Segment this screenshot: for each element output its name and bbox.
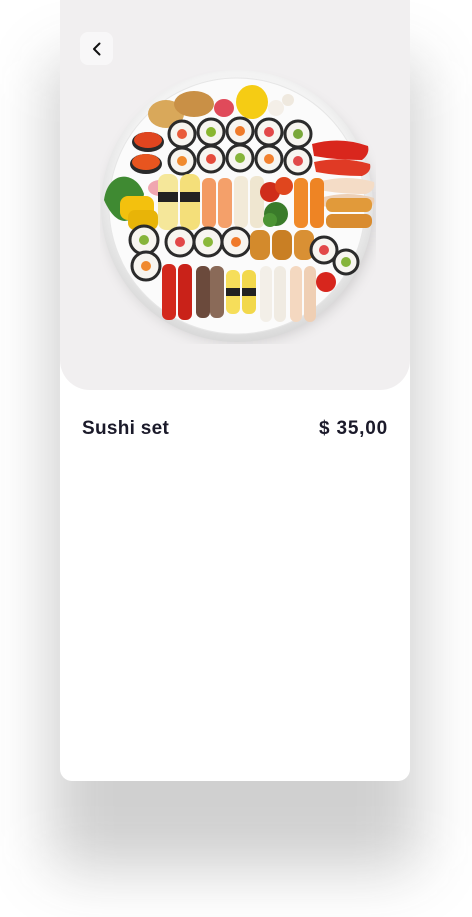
product-name: Sushi set [82, 418, 170, 439]
product-info: Sushi set $ 35,00 [82, 418, 388, 440]
back-button[interactable] [80, 32, 113, 65]
sushi-plate-illustration [101, 70, 376, 344]
product-price: $ 35,00 [319, 418, 388, 439]
product-image [100, 70, 376, 344]
product-hero [60, 0, 410, 390]
chevron-left-icon [92, 42, 100, 55]
product-card: Sushi set $ 35,00 [60, 0, 410, 781]
screen: Sushi set $ 35,00 [0, 0, 472, 917]
